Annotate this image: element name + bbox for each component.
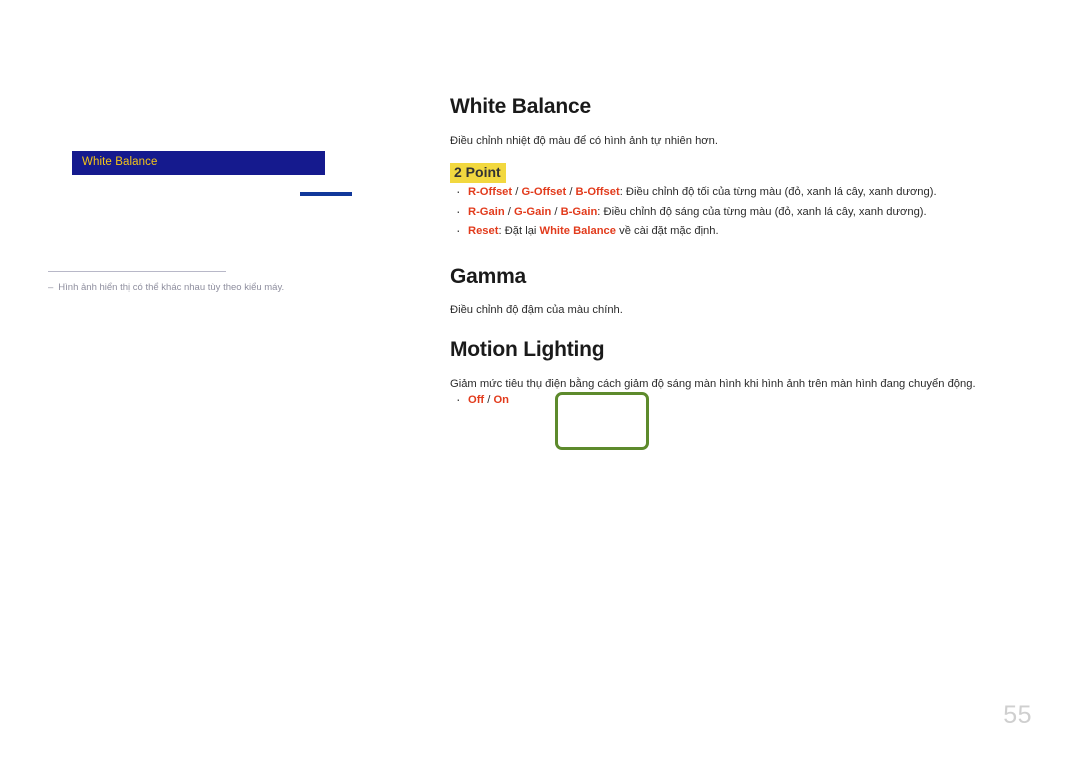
footnote-divider (48, 271, 226, 272)
menu-item-label: White Balance (82, 156, 158, 169)
footnote-text: Hình ảnh hiển thị có thể khác nhau tùy t… (58, 282, 285, 293)
option-term: G-Offset (521, 186, 567, 199)
option-list-motion-lighting: Off / On (450, 390, 1010, 411)
section-description-white-balance: Điều chỉnh nhiệt độ màu để có hình ảnh t… (450, 134, 718, 147)
subheading-wrapper-2-point: 2 Point (450, 162, 1010, 184)
option-description: Điều chỉnh độ tối của từng màu (đỏ, xanh… (625, 186, 937, 199)
content-column: White Balance Điều chỉnh nhiệt độ màu để… (450, 95, 1010, 411)
option-separator: / (504, 205, 514, 218)
section-description-motion-lighting: Giảm mức tiêu thụ điện bằng cách giảm độ… (450, 378, 976, 391)
option-term: B-Gain (560, 205, 598, 218)
subheading-2-point: 2 Point (450, 162, 506, 184)
section-description-gamma: Điều chỉnh độ đậm của màu chính. (450, 304, 623, 317)
option-term: Reset (468, 225, 499, 238)
option-term: G-Gain (514, 205, 552, 218)
menu-item-white-balance[interactable]: White Balance (72, 151, 325, 175)
annotation-rectangle (555, 392, 649, 450)
menu-illustration-panel: White Balance ‒ Hình ảnh hiển thị có thể… (48, 140, 352, 310)
section-heading-gamma: Gamma (450, 264, 527, 288)
section-heading-white-balance: White Balance (450, 95, 591, 118)
option-description: về cài đặt mặc định. (616, 225, 719, 238)
option-list-white-balance: R-Offset / G-Offset / B-Offset: Điều chỉ… (450, 182, 1010, 242)
option-term: R-Offset (468, 186, 513, 199)
footnote-dash-icon: ‒ (48, 282, 54, 293)
option-list-item: R-Offset / G-Offset / B-Offset: Điều chỉ… (450, 182, 1010, 203)
page-number: 55 (1003, 701, 1032, 729)
option-separator: / (566, 186, 576, 199)
option-description: Đặt lại (504, 225, 540, 238)
section-heading-motion-lighting: Motion Lighting (450, 338, 605, 362)
option-list-item: Reset: Đặt lại White Balance về cài đặt … (450, 221, 1010, 242)
option-term: On (493, 394, 510, 407)
option-term: B-Offset (575, 186, 620, 199)
menu-underline-bar (300, 192, 352, 196)
option-inline-term: White Balance (539, 225, 616, 238)
option-list-item: Off / On (450, 390, 1010, 411)
footnote: ‒ Hình ảnh hiển thị có thể khác nhau tùy… (48, 281, 338, 294)
option-separator: / (551, 205, 561, 218)
option-term: Off (468, 394, 485, 407)
option-list-item: R-Gain / G-Gain / B-Gain: Điều chỉnh độ … (450, 202, 1010, 223)
option-description: Điều chỉnh độ sáng của từng màu (đỏ, xan… (603, 205, 927, 218)
option-term: R-Gain (468, 205, 505, 218)
